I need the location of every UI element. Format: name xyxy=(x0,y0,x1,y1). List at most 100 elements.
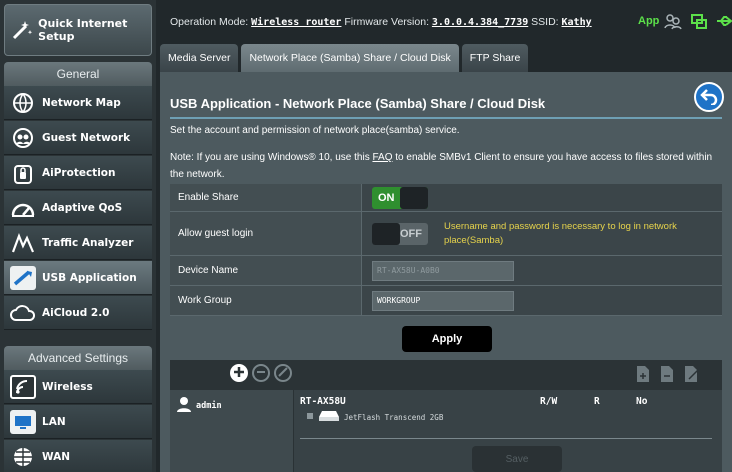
device-name-input[interactable] xyxy=(372,260,514,281)
delete-account-button[interactable] xyxy=(252,364,270,382)
sidebar-item-lan[interactable]: LAN xyxy=(4,405,152,439)
folder-item[interactable]: JetFlash Transcend 2GB xyxy=(306,410,443,424)
sidebar-item-label: WAN xyxy=(42,450,71,463)
work-group-label: Work Group xyxy=(170,286,362,315)
column-read: R xyxy=(594,396,600,407)
expand-icon[interactable] xyxy=(306,412,314,422)
add-folder-icon[interactable] xyxy=(636,365,650,386)
device-name-row: Device Name xyxy=(170,256,722,286)
page-title: USB Application - Network Place (Samba) … xyxy=(170,96,546,111)
allow-guest-login-row: Allow guest login OFF Username and passw… xyxy=(170,212,722,256)
back-arrow-icon xyxy=(700,87,718,108)
firmware-link[interactable]: 3.0.0.4.384_7739 xyxy=(432,17,528,28)
ssid-link[interactable]: Kathy xyxy=(562,17,592,28)
status-line: Operation Mode: Wireless router Firmware… xyxy=(170,16,592,28)
title-divider xyxy=(170,117,722,119)
sidebar-item-label: Wireless xyxy=(42,380,93,393)
sidebar-item-label: Network Map xyxy=(42,96,121,109)
traffic-analyzer-icon xyxy=(4,232,42,254)
pencil-icon xyxy=(278,366,288,380)
rename-folder-icon[interactable] xyxy=(684,365,700,386)
lock-icon xyxy=(4,162,42,184)
status-icons xyxy=(664,12,732,33)
toggle-state: ON xyxy=(378,191,395,204)
allow-guest-login-toggle[interactable]: OFF xyxy=(372,222,428,245)
drive-icon xyxy=(318,410,340,424)
windows-note: Note: If you are using Windows® 10, use … xyxy=(170,149,722,183)
panel-separator xyxy=(300,438,712,439)
work-group-input[interactable] xyxy=(372,290,514,311)
sidebar: Quick Internet Setup General Network Map… xyxy=(0,0,156,472)
sidebar-item-traffic-analyzer[interactable]: Traffic Analyzer xyxy=(4,226,152,260)
enable-share-label: Enable Share xyxy=(170,184,362,211)
account-list: admin xyxy=(170,390,294,472)
device-name-label: Device Name xyxy=(170,256,362,285)
sidebar-item-label: AiCloud 2.0 xyxy=(42,306,110,319)
column-no-access: No xyxy=(636,396,648,407)
operation-mode-link[interactable]: Wireless router xyxy=(251,17,341,28)
sidebar-item-adaptive-qos[interactable]: Adaptive QoS xyxy=(4,191,152,225)
samba-settings-form: Enable Share ON Allow guest login OFF Us… xyxy=(170,184,722,316)
sidebar-item-label: Adaptive QoS xyxy=(42,201,123,214)
tab-bar: Media Server Network Place (Samba) Share… xyxy=(160,44,529,72)
folder-name: JetFlash Transcend 2GB xyxy=(344,412,444,422)
allow-guest-login-label: Allow guest login xyxy=(170,212,362,255)
usb-icon xyxy=(4,265,42,290)
network-map-icon xyxy=(4,92,42,114)
sidebar-item-usb-application[interactable]: USB Application xyxy=(4,261,152,295)
advanced-settings-header: Advanced Settings xyxy=(4,346,152,370)
tab-network-place-samba[interactable]: Network Place (Samba) Share / Cloud Disk xyxy=(241,44,459,72)
sidebar-item-label: LAN xyxy=(42,415,66,428)
panel-toolbar xyxy=(170,360,722,390)
account-permission-panel: admin RT-AX58U R/W R No JetFlash Transce… xyxy=(170,360,722,472)
toggle-knob xyxy=(400,186,428,209)
edit-account-button[interactable] xyxy=(274,364,292,382)
sidebar-item-network-map[interactable]: Network Map xyxy=(4,86,152,120)
guest-network-icon xyxy=(4,127,42,149)
apply-button[interactable]: Apply xyxy=(402,326,492,352)
speedometer-icon xyxy=(4,198,42,218)
cloud-icon xyxy=(4,304,42,322)
note-text-before: Note: If you are using Windows® 10, use … xyxy=(170,152,373,163)
app-link[interactable]: App xyxy=(638,15,659,27)
sidebar-item-guest-network[interactable]: Guest Network xyxy=(4,121,152,155)
tab-ftp-share[interactable]: FTP Share xyxy=(461,44,529,72)
sidebar-item-aicloud[interactable]: AiCloud 2.0 xyxy=(4,296,152,330)
plus-icon xyxy=(233,366,245,381)
sidebar-item-label: USB Application xyxy=(42,271,137,284)
users-icon[interactable] xyxy=(664,12,682,33)
work-group-row: Work Group xyxy=(170,286,722,316)
faq-link[interactable]: FAQ xyxy=(372,152,392,163)
main-content: USB Application - Network Place (Samba) … xyxy=(160,72,732,472)
internet-status-icon[interactable] xyxy=(690,12,708,33)
ssid-label: SSID: xyxy=(531,16,559,28)
page-description: Set the account and permission of networ… xyxy=(170,125,460,136)
sidebar-item-label: AiProtection xyxy=(42,166,116,179)
toggle-knob xyxy=(372,222,400,245)
add-account-button[interactable] xyxy=(230,364,248,382)
sidebar-item-wireless[interactable]: Wireless xyxy=(4,370,152,404)
tab-media-server[interactable]: Media Server xyxy=(160,44,239,72)
wand-icon xyxy=(5,18,38,42)
minus-icon xyxy=(256,367,266,380)
account-item-admin[interactable]: admin xyxy=(176,396,222,415)
delete-folder-icon[interactable] xyxy=(660,365,674,386)
guest-login-hint: Username and password is necessary to lo… xyxy=(444,220,677,246)
quick-setup-label: Quick Internet Setup xyxy=(38,17,128,43)
lan-icon xyxy=(4,409,42,434)
quick-internet-setup-button[interactable]: Quick Internet Setup xyxy=(4,4,152,56)
sidebar-item-aiprotection[interactable]: AiProtection xyxy=(4,156,152,190)
user-icon xyxy=(176,396,192,415)
save-button[interactable]: Save xyxy=(472,446,562,472)
device-name: RT-AX58U xyxy=(300,396,346,407)
enable-share-toggle[interactable]: ON xyxy=(372,186,428,209)
usb-status-icon[interactable] xyxy=(716,12,732,33)
column-read-write: R/W xyxy=(540,396,558,407)
back-button[interactable] xyxy=(694,82,724,112)
globe-icon xyxy=(4,446,42,468)
sidebar-item-wan[interactable]: WAN xyxy=(4,440,152,472)
firmware-label: Firmware Version: xyxy=(344,16,429,28)
account-buttons xyxy=(230,364,292,382)
sidebar-item-label: Traffic Analyzer xyxy=(42,236,134,249)
wifi-icon xyxy=(4,374,42,399)
